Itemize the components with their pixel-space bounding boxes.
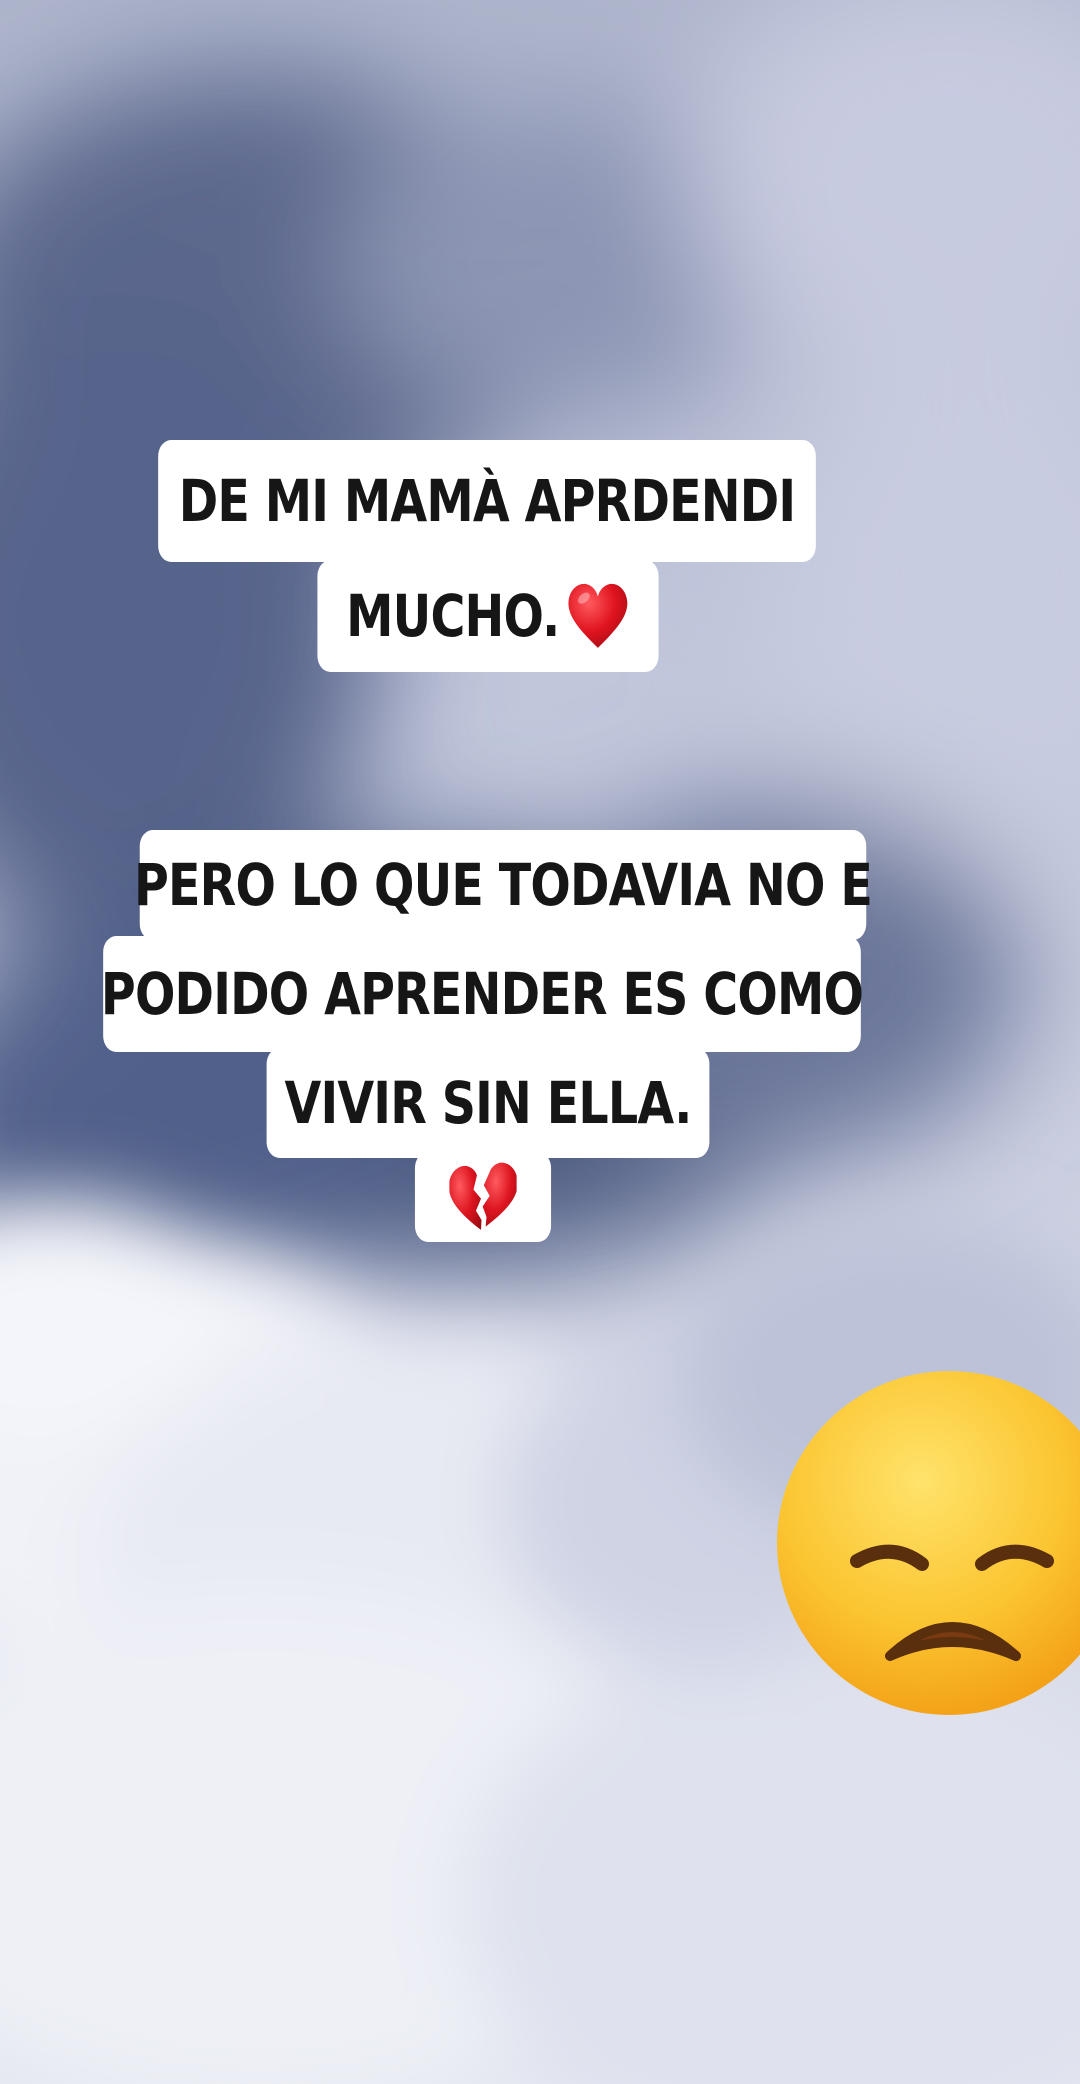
caption-2-text-2: podido aprender es como	[100, 960, 864, 1028]
disappointed-face-icon	[777, 1371, 1080, 1715]
broken-heart-icon	[449, 1160, 517, 1234]
caption-1-line-2: mucho.	[317, 560, 659, 672]
caption-2-line-3: vivir sin ella.	[266, 1048, 710, 1158]
caption-1-line-1: De mi mamà aprdendi	[158, 440, 816, 562]
caption-2-line-1: Pero lo que todavia no e	[134, 830, 873, 940]
caption-2-text-3: vivir sin ella.	[284, 1069, 692, 1137]
caption-2-line-4	[414, 1152, 552, 1242]
caption-2-line-2: podido aprender es como	[100, 936, 864, 1052]
red-heart-icon	[566, 581, 630, 651]
story-screen: De mi mamà aprdendi mucho. Pero lo que t…	[0, 0, 1080, 2084]
caption-2-text-1: Pero lo que todavia no e	[133, 851, 873, 919]
caption-1-text-2: mucho.	[346, 582, 560, 650]
caption-1-text-1: De mi mamà aprdendi	[178, 467, 796, 535]
